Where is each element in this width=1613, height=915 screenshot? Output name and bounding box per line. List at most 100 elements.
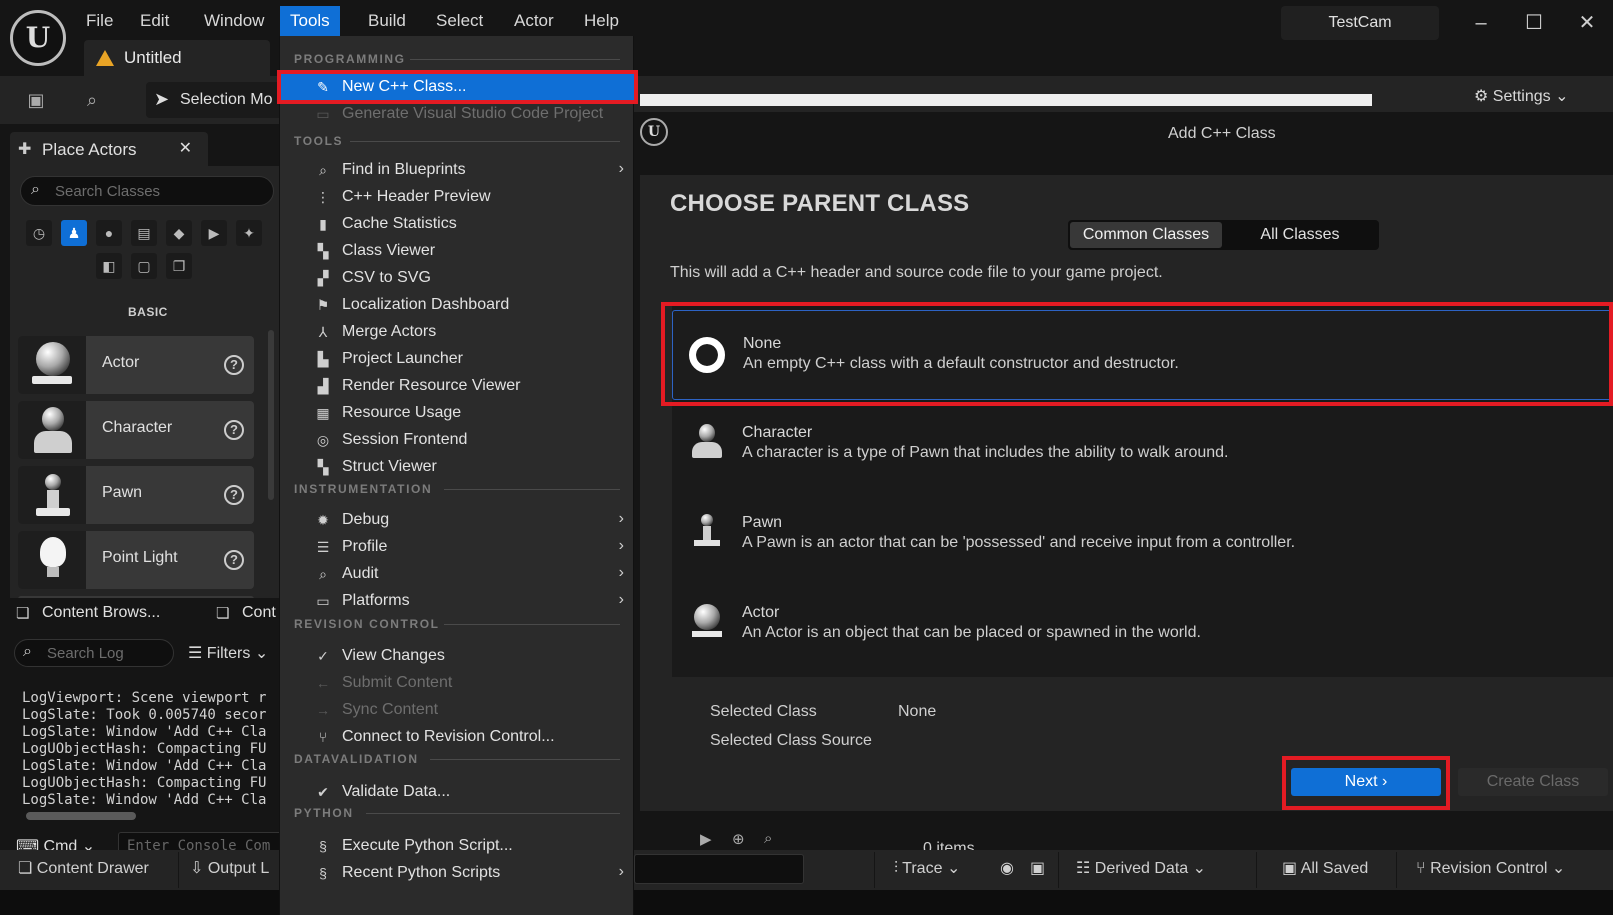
derived-data-dropdown[interactable]: ☷ Derived Data ⌄ <box>1076 858 1206 878</box>
lights-icon[interactable]: ● <box>96 220 122 246</box>
menu-item-project-launcher[interactable]: ▙ Project Launcher <box>314 346 624 372</box>
menu-item-new-cpp-class[interactable]: ✎ New C++ Class... <box>314 74 624 100</box>
menu-item-resource-usage[interactable]: ▦ Resource Usage <box>314 400 624 426</box>
minimize-icon[interactable]: – <box>1459 6 1503 40</box>
menu-item-profile[interactable]: ☰ Profile › <box>314 534 624 560</box>
chevron-down-icon: ⌄ <box>946 860 961 877</box>
scrollbar[interactable] <box>268 330 274 500</box>
save-icon: ▣ <box>1282 860 1298 877</box>
help-icon[interactable]: ? <box>224 420 244 440</box>
divider <box>430 759 620 760</box>
volumes-icon[interactable]: ▶ <box>201 220 227 246</box>
actor-item[interactable]: Actor ? <box>18 336 254 394</box>
recent-icon[interactable]: ◷ <box>26 220 52 246</box>
menu-item-struct-viewer[interactable]: ▚ Struct Viewer <box>314 454 624 480</box>
help-icon[interactable]: ? <box>224 485 244 505</box>
content-browser-tab[interactable]: Content Brows... <box>42 604 160 622</box>
status-console-input[interactable] <box>634 854 804 884</box>
class-option-pawn[interactable]: Pawn A Pawn is an actor that can be 'pos… <box>672 490 1613 578</box>
menu-item-merge-actors[interactable]: ⅄ Merge Actors <box>314 319 624 345</box>
cinematic-icon[interactable]: ▤ <box>131 220 157 246</box>
output-log-button[interactable]: ⇩ Output L <box>190 858 269 878</box>
layers-icon[interactable]: ❐ <box>166 253 192 279</box>
search-icon[interactable]: ⌕ <box>764 830 772 847</box>
menu-item-view-changes[interactable]: ✓ View Changes <box>314 643 624 669</box>
menu-item-debug[interactable]: ✹ Debug › <box>314 507 624 533</box>
menu-file[interactable]: File <box>76 6 123 36</box>
create-class-button[interactable]: Create Class <box>1458 768 1608 796</box>
trace-dropdown[interactable]: ⫶ Trace ⌄ <box>894 858 960 878</box>
help-icon[interactable]: ? <box>224 550 244 570</box>
menu-item-cpp-header-preview[interactable]: ⋮ C++ Header Preview <box>314 184 624 210</box>
tab-all-classes[interactable]: All Classes <box>1224 222 1376 248</box>
basic-icon[interactable]: ♟ <box>61 220 87 246</box>
menu-select[interactable]: Select <box>426 6 493 36</box>
search-log-input[interactable]: ⌕ Search Log <box>14 639 174 667</box>
help-icon[interactable]: ? <box>224 355 244 375</box>
menu-build[interactable]: Build <box>358 6 416 36</box>
revision-control-dropdown[interactable]: ⑂ Revision Control ⌄ <box>1416 858 1565 878</box>
category-label: BASIC <box>128 305 168 319</box>
snapshot-icon[interactable]: ▣ <box>1030 858 1045 878</box>
folder-icon: ❏ <box>216 605 230 622</box>
menu-item-submit-content[interactable]: ← Submit Content <box>314 670 624 696</box>
menu-item-localization-dashboard[interactable]: ⚑ Localization Dashboard <box>314 292 624 318</box>
document-tab[interactable]: Untitled <box>84 40 270 76</box>
menu-item-label: Merge Actors <box>342 323 437 340</box>
unreal-logo-icon[interactable]: U <box>10 10 66 66</box>
class-option-actor[interactable]: Actor An Actor is an object that can be … <box>672 580 1613 668</box>
add-icon[interactable]: ⊕ <box>732 830 745 848</box>
play-icon[interactable]: ▶ <box>700 830 712 848</box>
shapes-icon[interactable]: ▢ <box>131 253 157 279</box>
menu-item-label: Resource Usage <box>342 404 462 421</box>
maximize-icon[interactable]: ☐ <box>1512 6 1556 40</box>
filters-label: Filters <box>206 645 251 662</box>
log-line: LogUObjectHash: Compacting FU <box>22 775 267 791</box>
actor-thumbnail <box>18 336 86 394</box>
menu-edit[interactable]: Edit <box>130 6 179 36</box>
settings-button[interactable]: ⚙ Settings ⌄ <box>1474 86 1568 106</box>
close-icon[interactable]: ✕ <box>1565 6 1609 40</box>
menu-tools[interactable]: Tools <box>280 6 340 36</box>
menu-item-render-resource-viewer[interactable]: ▟ Render Resource Viewer <box>314 373 624 399</box>
close-icon[interactable]: ✕ <box>179 138 192 158</box>
menu-actor[interactable]: Actor <box>504 6 564 36</box>
filters-button[interactable]: ☰ Filters ⌄ <box>188 643 268 663</box>
log-scrollbar[interactable] <box>26 812 136 820</box>
search-classes-input[interactable]: ⌕ Search Classes <box>20 176 274 206</box>
menu-item-session-frontend[interactable]: ◎ Session Frontend <box>314 427 624 453</box>
menu-item-recent-python-scripts[interactable]: § Recent Python Scripts › <box>314 860 624 886</box>
menu-item-csv-to-svg[interactable]: ▞ CSV to SVG <box>314 265 624 291</box>
database-icon: ☷ <box>1076 860 1091 877</box>
visual-effects-icon[interactable]: ◆ <box>166 220 192 246</box>
all-classes-icon[interactable]: ✦ <box>236 220 262 246</box>
menu-item-sync-content[interactable]: → Sync Content <box>314 697 624 723</box>
menu-window[interactable]: Window <box>194 6 274 36</box>
save-icon[interactable]: ▣ <box>22 86 50 114</box>
menu-item-connect-revision-control[interactable]: ⑂ Connect to Revision Control... <box>314 724 624 750</box>
all-saved-button[interactable]: ▣ All Saved <box>1282 858 1368 878</box>
pawn-item[interactable]: Pawn ? <box>18 466 254 524</box>
class-option-character[interactable]: Character A character is a type of Pawn … <box>672 400 1613 488</box>
point-light-item[interactable]: Point Light ? <box>18 531 254 589</box>
hierarchy-icon: ⋮ <box>316 189 330 205</box>
highlight-box <box>1282 756 1450 810</box>
geometry-icon[interactable]: ◧ <box>96 253 122 279</box>
character-item[interactable]: Character ? <box>18 401 254 459</box>
menu-item-audit[interactable]: ⌕ Audit › <box>314 561 624 587</box>
record-icon[interactable]: ◉ <box>1000 858 1014 878</box>
menu-item-execute-python-script[interactable]: § Execute Python Script... <box>314 833 624 859</box>
menu-help[interactable]: Help <box>574 6 629 36</box>
menu-item-validate-data[interactable]: ✔ Validate Data... <box>314 779 624 805</box>
place-actors-tab[interactable]: ✚ Place Actors ✕ <box>10 132 208 166</box>
menu-item-generate-vscode-project[interactable]: ▭ Generate Visual Studio Code Project <box>314 101 624 127</box>
menu-item-class-viewer[interactable]: ▚ Class Viewer <box>314 238 624 264</box>
content-browser-tab-2[interactable]: Cont <box>242 604 276 622</box>
tab-common-classes[interactable]: Common Classes <box>1070 222 1222 248</box>
menu-item-platforms[interactable]: ▭ Platforms › <box>314 588 624 614</box>
content-drawer-button[interactable]: ❏ Content Drawer <box>18 858 149 878</box>
browse-icon[interactable]: ⌕ <box>78 86 106 114</box>
menu-item-cache-statistics[interactable]: ▮ Cache Statistics <box>314 211 624 237</box>
menu-item-find-in-blueprints[interactable]: ⌕ Find in Blueprints › <box>314 157 624 183</box>
selection-mode-dropdown[interactable]: ➤ Selection Mo <box>146 82 284 118</box>
